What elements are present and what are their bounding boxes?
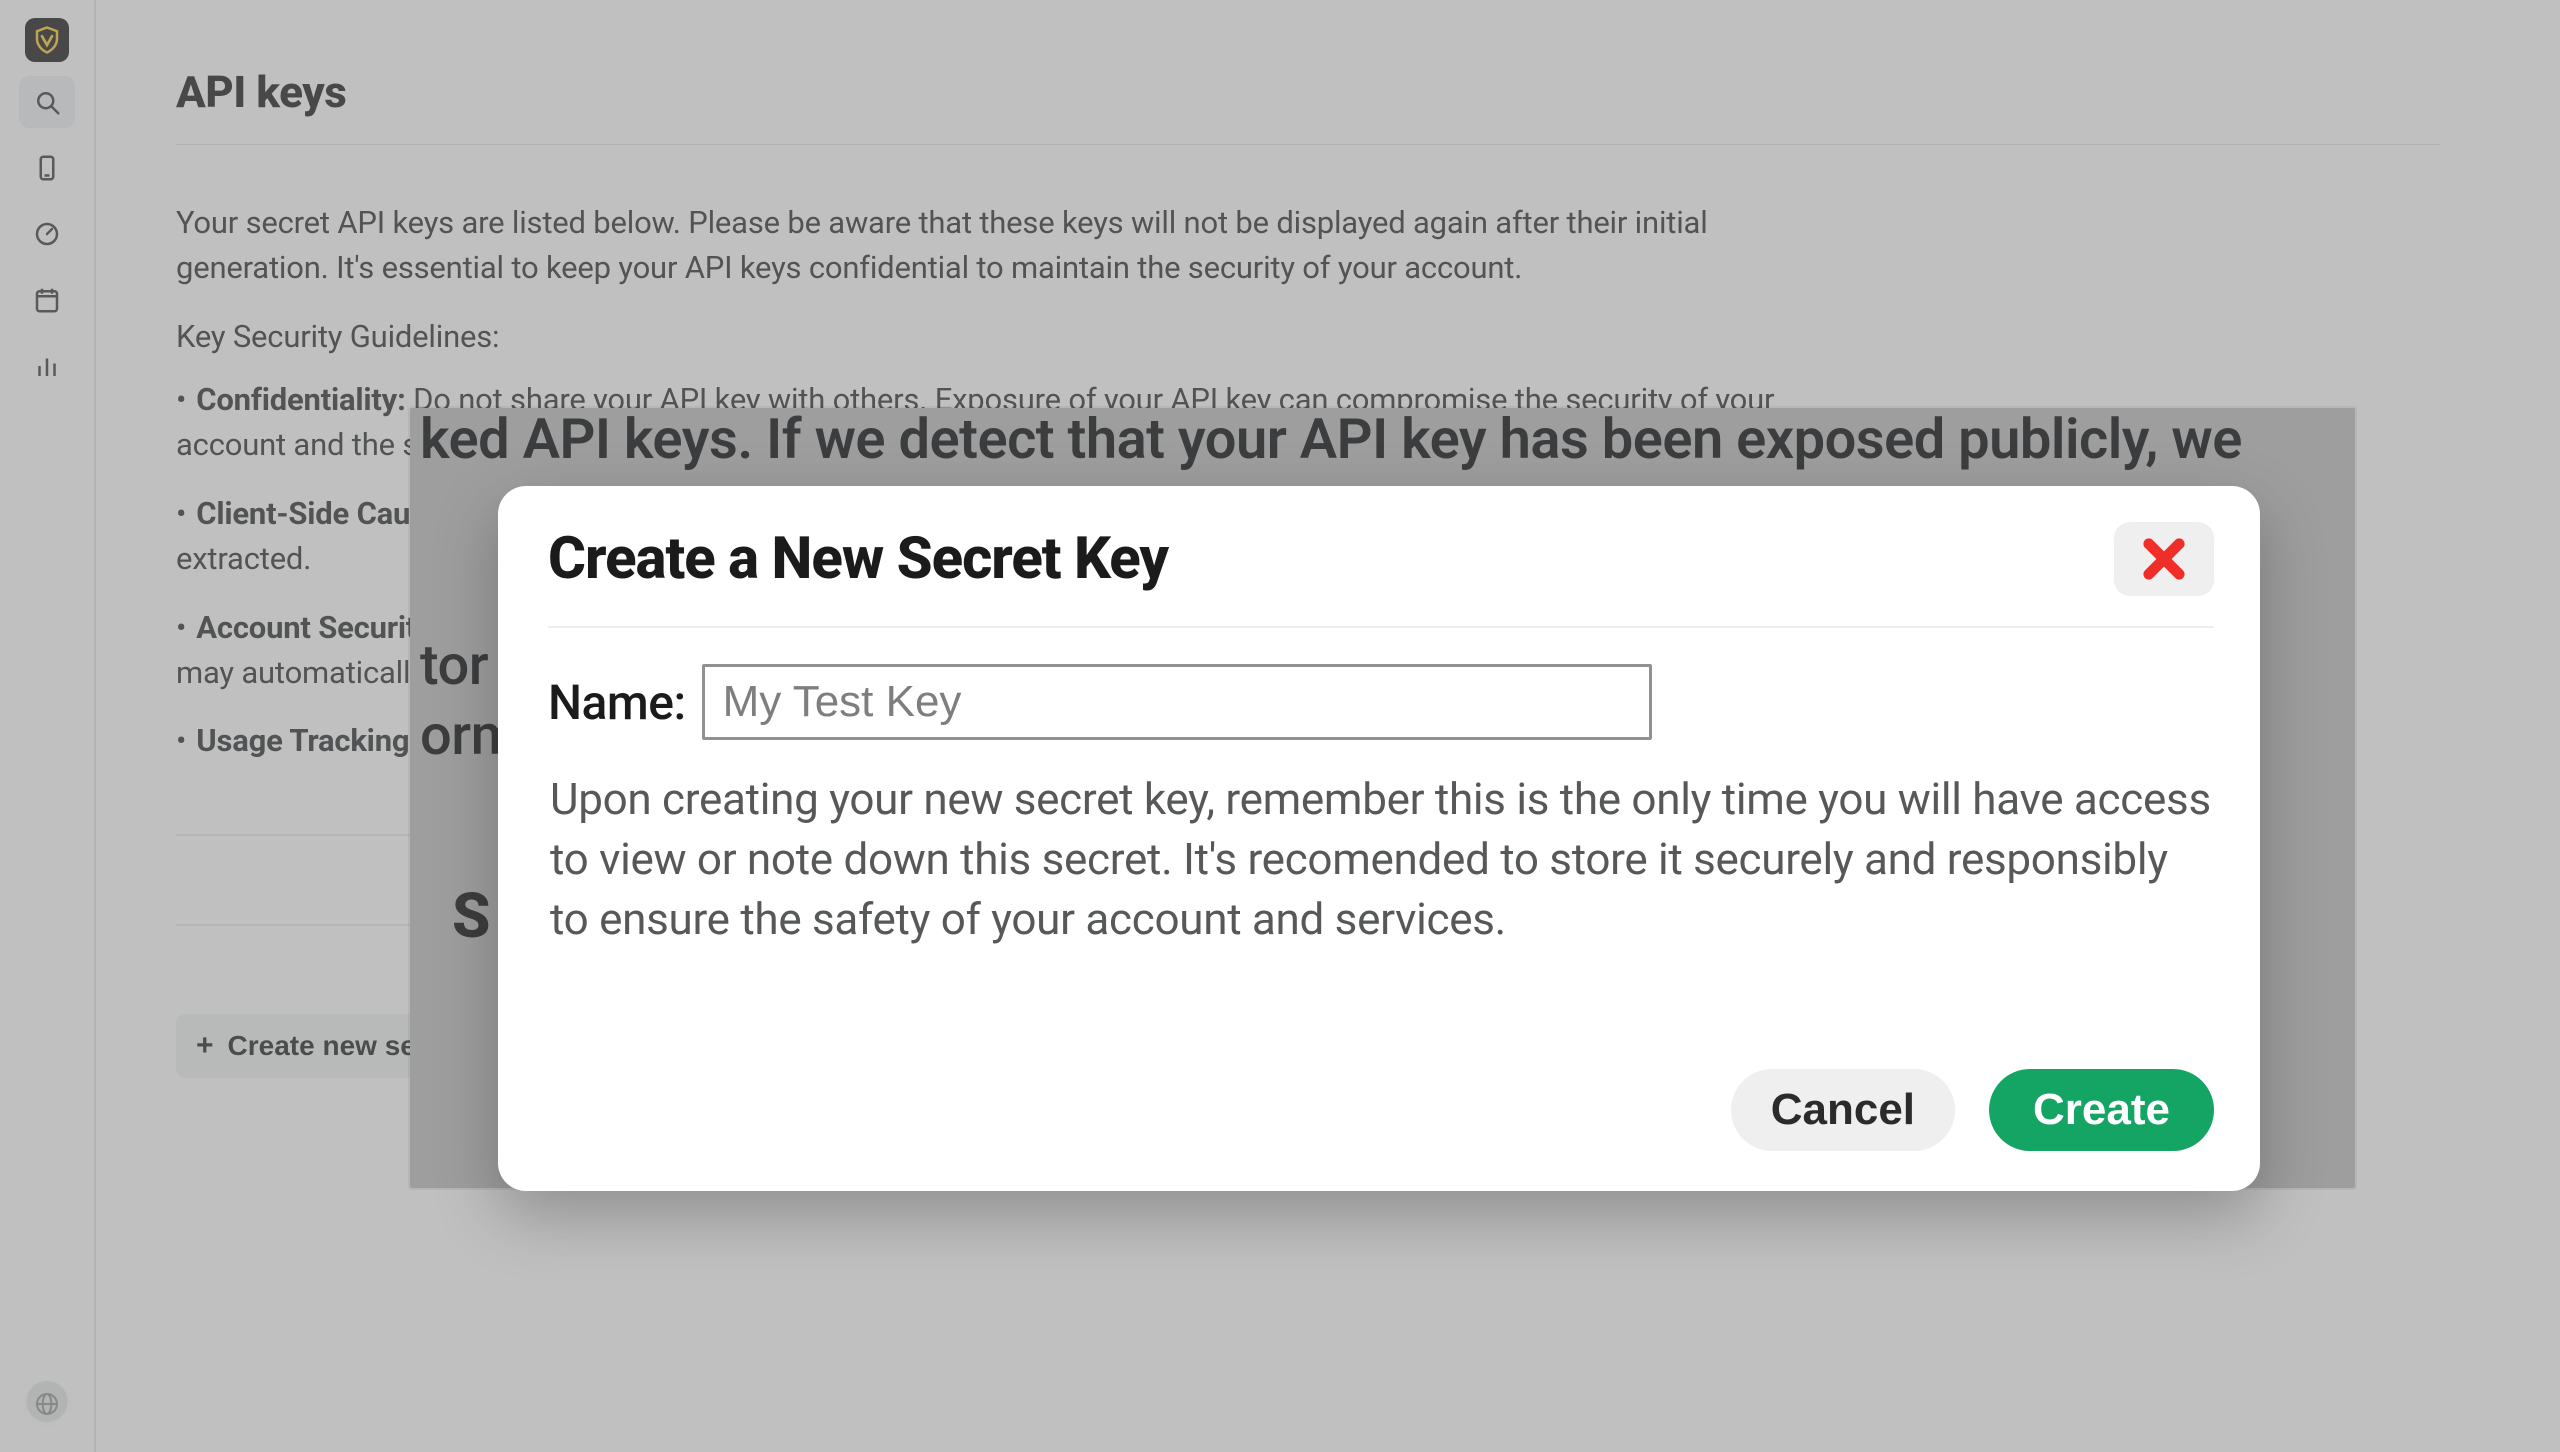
modal-close-button[interactable] [2114,522,2214,596]
close-icon [2138,533,2190,585]
cancel-button[interactable]: Cancel [1731,1069,1955,1151]
modal-actions: Cancel Create [548,1069,2214,1151]
modal-title: Create a New Secret Key [548,525,1168,593]
create-key-modal: Create a New Secret Key Name: Upon creat… [498,486,2260,1191]
name-field-row: Name: [548,664,2214,740]
name-label: Name: [548,674,686,731]
name-input[interactable] [702,664,1652,740]
create-button[interactable]: Create [1989,1069,2214,1151]
modal-description: Upon creating your new secret key, remem… [550,770,2212,949]
